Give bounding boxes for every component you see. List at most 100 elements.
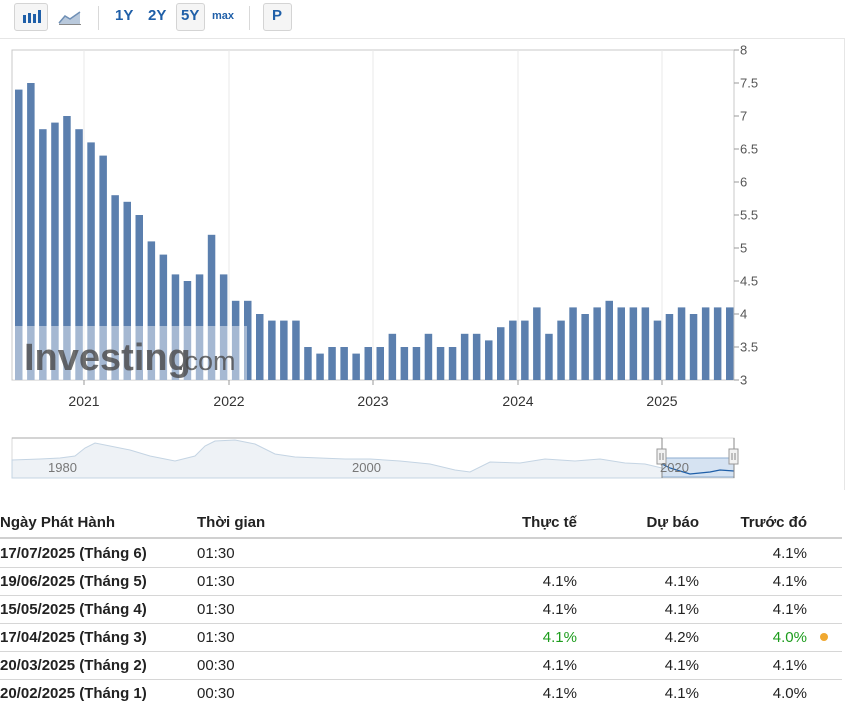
- y-tick-label: 5.5: [740, 208, 758, 223]
- previous-value: 4.1%: [772, 601, 807, 618]
- chart-bar[interactable]: [713, 307, 722, 380]
- chart-bar[interactable]: [485, 340, 493, 380]
- chart-bar[interactable]: [665, 314, 674, 380]
- chart-bar[interactable]: [376, 347, 385, 380]
- navigator-label-1980: 1980: [48, 460, 77, 475]
- bar-chart-icon: [23, 10, 41, 23]
- release-time: 01:30: [197, 601, 235, 618]
- previous-value: 4.0%: [772, 685, 807, 702]
- table-row: 15/05/2025 (Tháng 4) 01:30 4.1% 4.1% 4.1…: [0, 595, 842, 624]
- table-row: 17/04/2025 (Tháng 3) 01:30 4.1% 4.2% 4.0…: [0, 623, 842, 652]
- chart-toolbar: 1Y 2Y 5Y max P: [0, 0, 845, 39]
- range-2y-button[interactable]: 2Y: [148, 7, 166, 24]
- navigator-label-2000: 2000: [352, 460, 381, 475]
- chart-bar[interactable]: [304, 347, 312, 380]
- actual-value: 4.1%: [542, 685, 577, 702]
- p-button[interactable]: P: [272, 7, 282, 24]
- chart-bar[interactable]: [677, 307, 686, 380]
- y-tick-label: 6: [740, 175, 747, 190]
- y-tick-label: 4: [740, 307, 747, 322]
- range-5y-button[interactable]: 5Y: [181, 7, 199, 24]
- toolbar-divider: [98, 6, 99, 30]
- table-row: 20/03/2025 (Tháng 2) 00:30 4.1% 4.1% 4.1…: [0, 651, 842, 680]
- navigator-right-handle[interactable]: [728, 448, 739, 465]
- chart-bar[interactable]: [388, 333, 397, 380]
- chart-bar[interactable]: [460, 333, 469, 380]
- watermark-main: Investing: [24, 337, 191, 379]
- chart-bar[interactable]: [629, 307, 638, 380]
- header-time[interactable]: Thời gian: [197, 514, 265, 531]
- chart-bar[interactable]: [472, 333, 481, 380]
- header-actual[interactable]: Thực tế: [522, 514, 577, 531]
- chart-bar[interactable]: [280, 320, 288, 380]
- header-previous[interactable]: Trước đó: [740, 514, 807, 531]
- chart-bar[interactable]: [316, 353, 324, 380]
- x-tick-label: 2025: [646, 393, 677, 409]
- chart-bar[interactable]: [569, 307, 577, 380]
- previous-value: 4.1%: [772, 545, 807, 562]
- chart-bar[interactable]: [545, 333, 553, 380]
- header-forecast[interactable]: Dự báo: [646, 514, 699, 531]
- chart-bar[interactable]: [557, 320, 565, 380]
- actual-value: 4.1%: [542, 573, 577, 590]
- chart-bar[interactable]: [509, 320, 517, 380]
- chart-bar[interactable]: [412, 347, 421, 380]
- navigator-label-2020: 2020: [660, 460, 689, 475]
- chart-bar[interactable]: [605, 300, 614, 380]
- chart-bar[interactable]: [521, 320, 529, 380]
- chart-bar[interactable]: [292, 320, 300, 380]
- previous-value: 4.0%: [772, 629, 807, 646]
- forecast-value: 4.1%: [664, 685, 699, 702]
- previous-value: 4.1%: [772, 573, 807, 590]
- bar-chart: Investing .com 3 3.5 4 4.5 5 5.5 6 6.5 7 7.5 8 202…: [11, 43, 758, 479]
- y-tick-label: 3.5: [740, 340, 758, 355]
- chart-bar[interactable]: [448, 347, 457, 380]
- chart-bar[interactable]: [689, 314, 698, 380]
- x-tick-label: 2022: [213, 393, 244, 409]
- chart-area: Investing .com 3 3.5 4 4.5 5 5.5 6 6.5 7 7.5 8 202…: [0, 38, 845, 490]
- chart-bar[interactable]: [593, 307, 601, 380]
- release-time: 01:30: [197, 573, 235, 590]
- table-header: Ngày Phát Hành Thời gian Thực tế Dự báo …: [0, 505, 842, 539]
- y-tick-label: 4.5: [740, 274, 758, 289]
- chart-bar[interactable]: [400, 347, 409, 380]
- chart-bar[interactable]: [256, 314, 264, 380]
- actual-value: 4.1%: [542, 601, 577, 618]
- release-date: 15/05/2025 (Tháng 4): [0, 601, 147, 618]
- chart-navigator[interactable]: 1980 2000 2020: [11, 437, 739, 479]
- chart-bar[interactable]: [328, 347, 336, 380]
- chart-bar[interactable]: [701, 307, 710, 380]
- watermark-suffix: .com: [177, 346, 236, 376]
- y-tick-label: 6.5: [740, 142, 758, 157]
- chart-bar[interactable]: [726, 307, 734, 380]
- toolbar-divider: [249, 6, 250, 30]
- area-chart-type-button[interactable]: [55, 3, 85, 31]
- chart-bar[interactable]: [653, 320, 662, 380]
- x-tick-label: 2024: [502, 393, 533, 409]
- chart-bar[interactable]: [268, 320, 276, 380]
- chart-bar[interactable]: [617, 307, 626, 380]
- status-dot-icon: [820, 633, 828, 641]
- chart-bar[interactable]: [497, 327, 505, 380]
- chart-bar[interactable]: [581, 314, 589, 380]
- chart-bar[interactable]: [340, 347, 348, 380]
- range-max-button[interactable]: max: [212, 10, 234, 22]
- x-tick-label: 2021: [68, 393, 99, 409]
- actual-value: 4.1%: [542, 629, 577, 646]
- table-row: 19/06/2025 (Tháng 5) 01:30 4.1% 4.1% 4.1…: [0, 567, 842, 596]
- table-row: 17/07/2025 (Tháng 6) 01:30 4.1%: [0, 539, 842, 568]
- y-tick-label: 7: [740, 109, 747, 124]
- y-tick-label: 7.5: [740, 76, 758, 91]
- header-date[interactable]: Ngày Phát Hành: [0, 514, 115, 531]
- release-time: 01:30: [197, 545, 235, 562]
- chart-bar[interactable]: [436, 347, 445, 380]
- bar-chart-type-button[interactable]: [14, 3, 48, 31]
- chart-bar[interactable]: [364, 347, 373, 380]
- chart-bar[interactable]: [424, 333, 433, 380]
- chart-bar[interactable]: [641, 307, 650, 380]
- x-tick-label: 2023: [357, 393, 388, 409]
- chart-bar[interactable]: [533, 307, 541, 380]
- range-1y-button[interactable]: 1Y: [115, 7, 133, 24]
- area-chart-icon: [58, 11, 81, 25]
- chart-bar[interactable]: [352, 353, 360, 380]
